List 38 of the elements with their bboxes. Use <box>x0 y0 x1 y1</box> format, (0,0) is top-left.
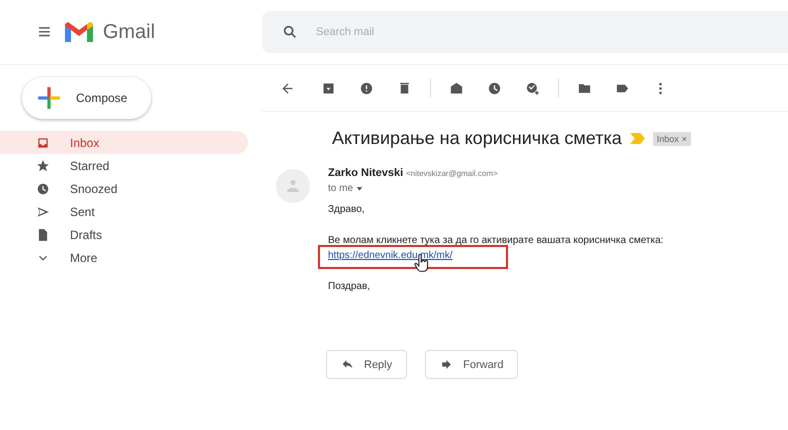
trash-icon[interactable] <box>397 80 412 96</box>
label-text: Inbox <box>656 134 679 144</box>
plus-icon <box>36 85 62 111</box>
email-subject: Активирање на корисничка сметка <box>332 128 622 149</box>
signoff-text: Поздрав, <box>328 281 372 292</box>
greeting-text: Здраво, <box>328 204 366 215</box>
document-icon <box>36 228 50 242</box>
compose-button[interactable]: Compose <box>22 77 152 119</box>
sender-email: <nitevskizar@gmail.com> <box>406 169 498 178</box>
menu-icon[interactable]: ≡ <box>38 21 51 43</box>
forward-arrow-icon <box>440 358 454 371</box>
gmail-logo-icon <box>62 20 95 44</box>
archive-icon[interactable] <box>321 80 336 96</box>
sidebar-item[interactable]: Inbox <box>0 131 248 154</box>
dropdown-caret-icon[interactable] <box>356 185 364 192</box>
star-icon <box>36 158 50 172</box>
sidebar-item[interactable]: Starred <box>0 154 248 177</box>
send-icon <box>36 204 50 218</box>
forward-button[interactable]: Forward <box>425 350 518 379</box>
search-icon[interactable] <box>282 24 298 40</box>
sidebar-item[interactable]: Drafts <box>0 223 248 246</box>
back-arrow-icon[interactable] <box>280 80 295 96</box>
inbox-icon <box>36 136 50 150</box>
app-name: Gmail <box>102 20 156 44</box>
body-text: Ве молам кликнете тука за да го активирате вашата корисничка сметка: <box>328 235 664 246</box>
reply-button[interactable]: Reply <box>326 350 408 379</box>
label-close-icon[interactable]: × <box>682 134 688 144</box>
search-field[interactable]: Search mail <box>262 11 788 53</box>
recipient-text: to me <box>328 183 354 194</box>
sidebar-item[interactable]: Snoozed <box>0 177 248 200</box>
avatar-icon <box>276 169 310 203</box>
sender-name: Zarko Nitevski <box>328 167 404 179</box>
clock-icon[interactable] <box>487 80 502 96</box>
clock-icon <box>36 182 50 196</box>
report-icon[interactable] <box>359 80 374 96</box>
sidebar-item[interactable]: Sent <box>0 200 248 223</box>
importance-marker-icon[interactable] <box>630 133 645 144</box>
sidebar-item[interactable]: More <box>0 246 248 269</box>
